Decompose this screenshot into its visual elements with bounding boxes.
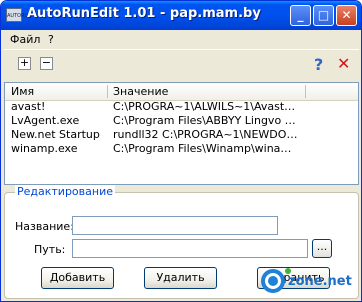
list-item[interactable]: New.net Startup rundll32 C:\PROGRA~1\NEW… bbox=[5, 128, 358, 141]
item-name: New.net Startup bbox=[11, 128, 100, 141]
menu-help[interactable]: ? bbox=[48, 33, 54, 46]
menu-file[interactable]: Файл bbox=[10, 33, 40, 46]
help-icon[interactable]: ? bbox=[314, 55, 323, 74]
list-header: Имя Значение bbox=[5, 83, 358, 101]
watermark-ring-icon bbox=[265, 273, 281, 289]
list-item[interactable]: winamp.exe C:\Program Files\Winamp\winam… bbox=[5, 142, 358, 155]
name-input[interactable] bbox=[72, 216, 278, 235]
title-bar[interactable]: AUTORUN AutoRunEdit 1.01 - pap.mam.by _ … bbox=[1, 1, 361, 30]
minimize-button[interactable]: _ bbox=[290, 5, 311, 26]
add-button[interactable]: Добавить bbox=[41, 267, 114, 289]
name-label: Название: bbox=[15, 220, 74, 233]
edit-group-title: Редактирование bbox=[15, 185, 115, 198]
delete-icon[interactable]: ✕ bbox=[337, 54, 350, 73]
item-value: C:\PROGRA~1\ALWILS~1\Avast4\ashDisp.exe bbox=[113, 100, 299, 113]
window-title: AutoRunEdit 1.01 - pap.mam.by bbox=[27, 6, 261, 21]
browse-button[interactable]: ... bbox=[312, 239, 332, 258]
watermark-logo: zone.net bbox=[258, 267, 358, 297]
watermark-text: zone.net bbox=[288, 274, 352, 289]
autorun-list[interactable]: Имя Значение avast! C:\PROGRA~1\ALWILS~1… bbox=[4, 82, 359, 185]
list-item[interactable]: avast! C:\PROGRA~1\ALWILS~1\Avast4\ashDi… bbox=[5, 100, 358, 113]
item-name: avast! bbox=[11, 100, 46, 113]
expand-icon[interactable]: + bbox=[18, 57, 31, 70]
path-label: Путь: bbox=[34, 243, 66, 256]
column-divider[interactable] bbox=[107, 85, 108, 98]
collapse-icon[interactable]: − bbox=[40, 57, 53, 70]
item-value: C:\Program Files\ABBYY Lingvo 10 Multili… bbox=[113, 114, 299, 127]
path-input[interactable] bbox=[72, 239, 308, 258]
column-header-name[interactable]: Имя bbox=[11, 85, 34, 98]
delete-button[interactable]: Удалить bbox=[144, 267, 217, 289]
item-name: LvAgent.exe bbox=[11, 114, 80, 127]
item-value: C:\Program Files\Winamp\winamp.exe bbox=[113, 142, 299, 155]
item-name: winamp.exe bbox=[11, 142, 78, 155]
column-divider[interactable] bbox=[305, 85, 306, 98]
item-value: rundll32 C:\PROGRA~1\NEWDOT~1\NEWDOT~1.D… bbox=[113, 128, 299, 141]
list-item[interactable]: LvAgent.exe C:\Program Files\ABBYY Lingv… bbox=[5, 114, 358, 127]
column-header-value[interactable]: Значение bbox=[113, 85, 168, 98]
app-icon: AUTORUN bbox=[6, 8, 32, 22]
maximize-button[interactable]: □ bbox=[313, 5, 334, 26]
app-window: AUTORUN AutoRunEdit 1.01 - pap.mam.by _ … bbox=[0, 0, 362, 302]
toolbar: + − ? ✕ bbox=[4, 49, 359, 80]
menu-bar: Файл ? bbox=[4, 31, 359, 49]
close-button[interactable]: ✕ bbox=[336, 5, 357, 26]
